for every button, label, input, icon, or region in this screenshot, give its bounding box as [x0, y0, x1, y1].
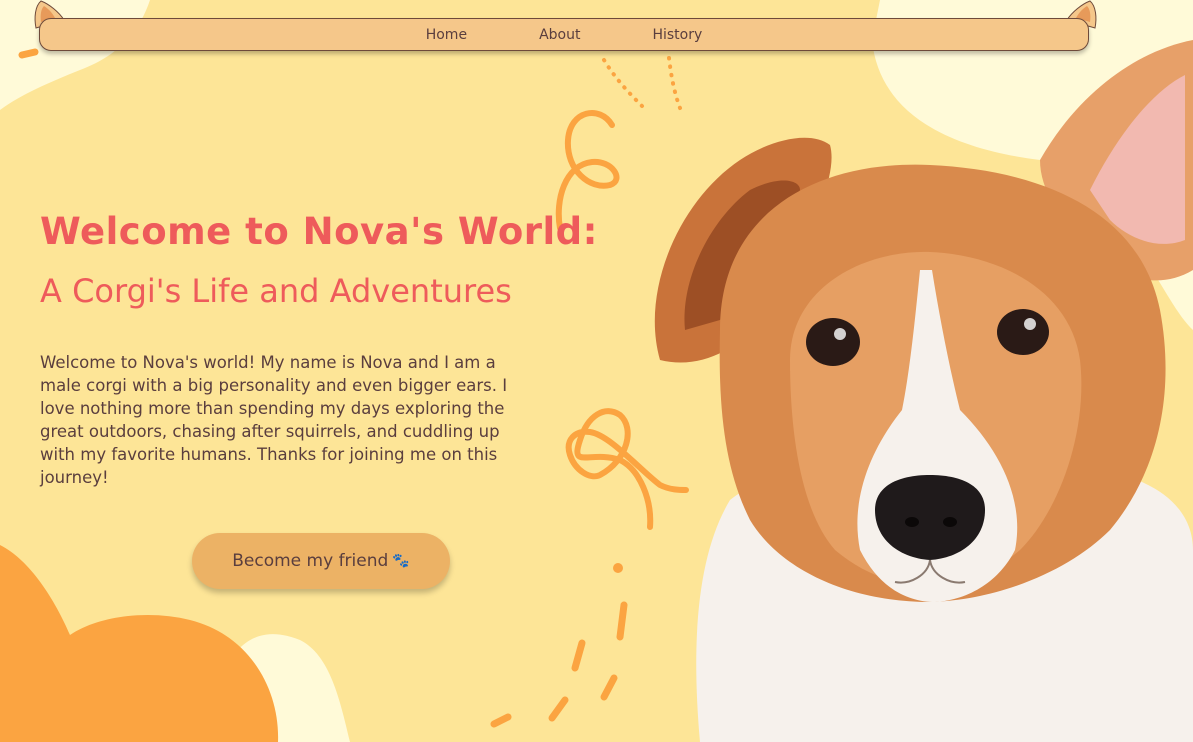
dash-1: [616, 601, 628, 641]
dash-4: [548, 696, 569, 722]
page-title: Welcome to Nova's World:: [40, 210, 598, 253]
intro-paragraph: Welcome to Nova's world! My name is Nova…: [40, 353, 508, 487]
dash-dot: [613, 563, 623, 573]
corgi-photo: [654, 40, 1193, 742]
dash-3: [600, 674, 618, 701]
paw-icon: 🐾: [392, 553, 410, 569]
dash-5: [490, 713, 512, 728]
dash-2: [571, 639, 586, 672]
nav-home-link[interactable]: Home: [426, 27, 467, 43]
dotted-line-1: [602, 58, 644, 108]
orange-dash-top-left: [18, 48, 39, 59]
become-friend-label: Become my friend: [232, 551, 389, 571]
nav-about-link[interactable]: About: [539, 27, 580, 43]
become-friend-button[interactable]: Become my friend 🐾: [192, 533, 450, 589]
page-subtitle: A Corgi's Life and Adventures: [40, 272, 512, 310]
